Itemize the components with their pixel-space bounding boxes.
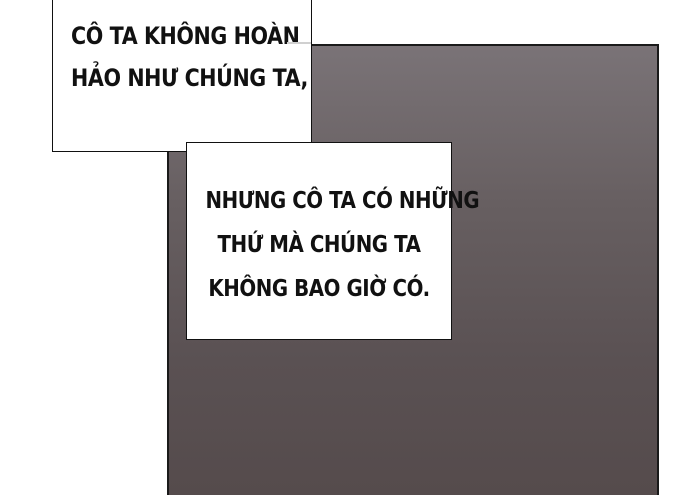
comic-page: CÔ TA KHÔNG HOÀN HẢO NHƯ CHÚNG TA, NHƯNG… [0, 0, 700, 495]
caption-middle-line-1: NHƯNG CÔ TA CÓ NHỮNG [205, 188, 480, 214]
caption-box-top: CÔ TA KHÔNG HOÀN HẢO NHƯ CHÚNG TA, [52, 0, 312, 152]
caption-box-middle: NHƯNG CÔ TA CÓ NHỮNG THỨ MÀ CHÚNG TA KHÔ… [186, 142, 480, 340]
panel-edge-mark [287, 42, 311, 44]
caption-top-line-1: CÔ TA KHÔNG HOÀN [71, 22, 300, 50]
caption-middle-line-3: KHÔNG BAO GIỜ CÓ. [208, 276, 430, 302]
caption-top-line-2: HẢO NHƯ CHÚNG TA, [71, 64, 308, 92]
caption-middle-line-2: THỨ MÀ CHÚNG TA [217, 232, 421, 258]
